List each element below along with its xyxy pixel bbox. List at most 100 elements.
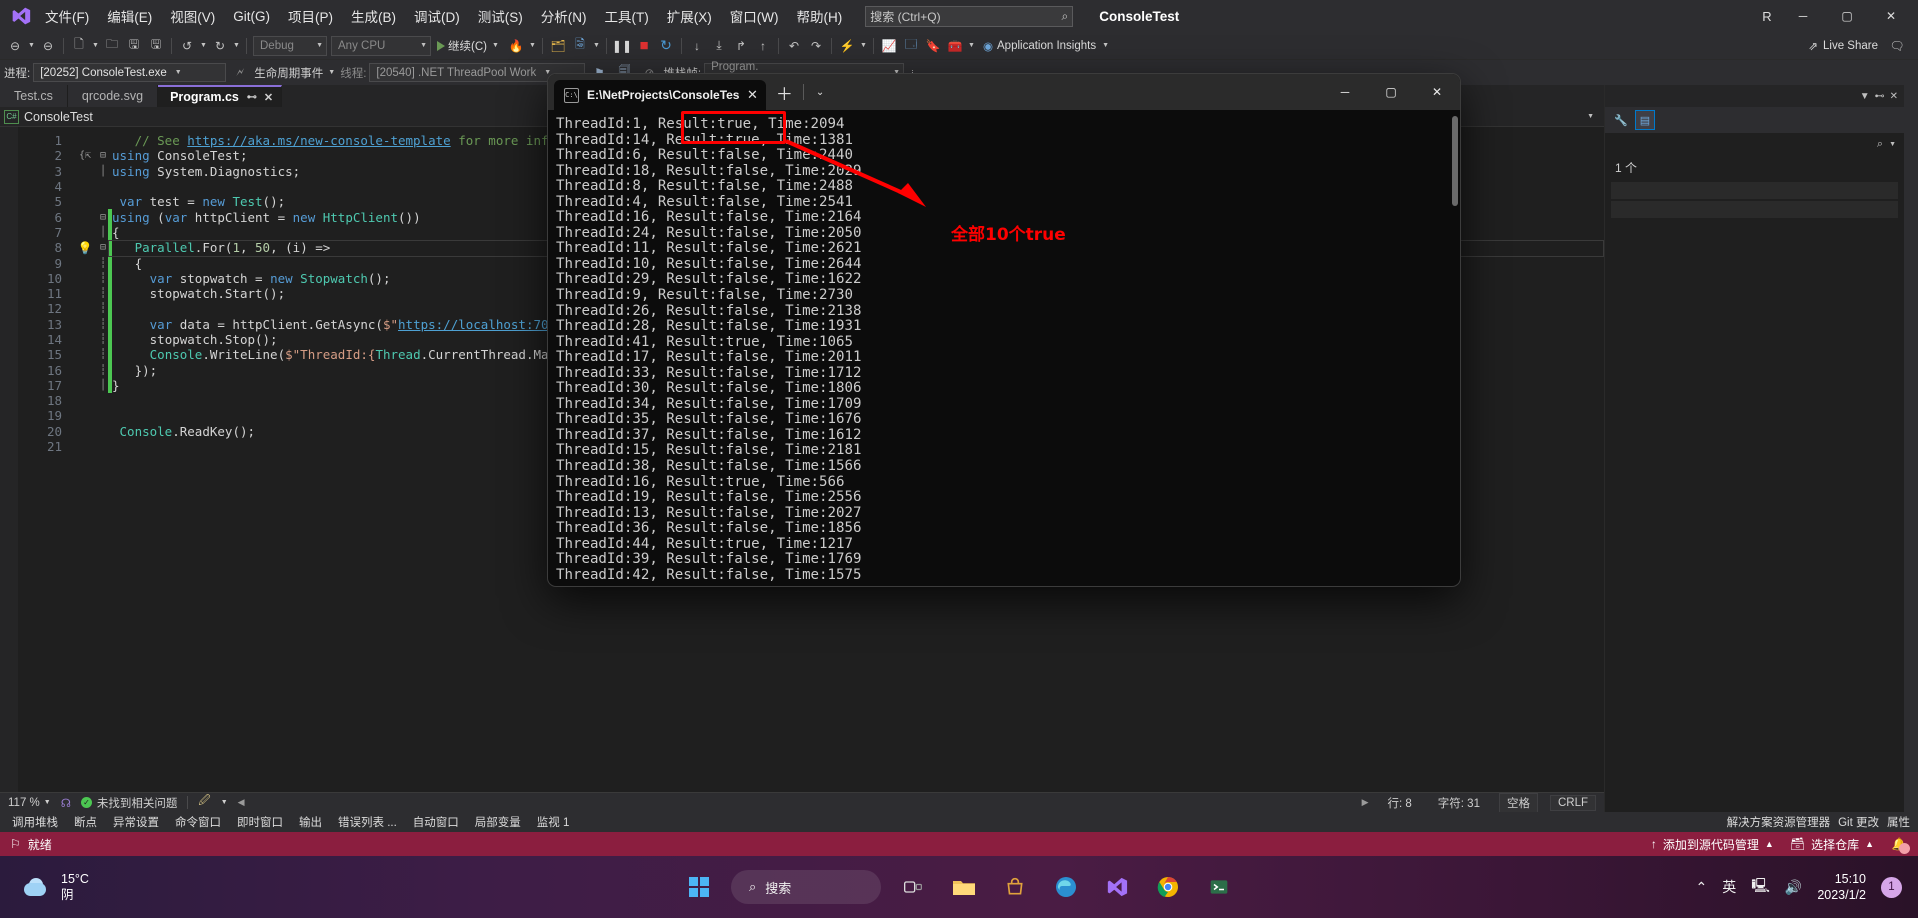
lifecycle-caret-icon[interactable]: ▼: [326, 69, 337, 76]
break-all-icon[interactable]: 🗂: [547, 35, 569, 57]
fold-indicator[interactable]: ⊟: [98, 212, 108, 223]
console-maximize-button[interactable]: ▢: [1368, 74, 1414, 110]
navigate-back-icon[interactable]: ⊖: [4, 35, 26, 57]
wrench-icon[interactable]: 🔧: [1611, 110, 1631, 130]
bookmark-icon[interactable]: 🔖: [922, 35, 944, 57]
tab-qrcode-svg[interactable]: qrcode.svg: [67, 85, 159, 107]
network-icon[interactable]: 🖳: [1751, 875, 1770, 899]
tab-autos[interactable]: 自动窗口: [405, 812, 467, 832]
navigation-project-label[interactable]: ConsoleTest: [24, 110, 93, 124]
lightbulb-icon[interactable]: 💡: [78, 241, 93, 255]
vs-icon[interactable]: [1098, 868, 1136, 906]
menu-item-window[interactable]: 窗口(W): [721, 2, 788, 30]
console-minimize-button[interactable]: ─: [1322, 74, 1368, 110]
menu-item-debug[interactable]: 调试(D): [405, 2, 469, 30]
edge-icon[interactable]: [1047, 868, 1085, 906]
chevron-down-icon[interactable]: ⌄: [804, 87, 836, 98]
show-diagnostic-icon[interactable]: 🗟: [569, 35, 591, 57]
tab-program-cs[interactable]: Program.cs ⊷ ✕: [158, 85, 283, 107]
new-project-icon[interactable]: 🗋: [68, 35, 90, 57]
step-next-icon[interactable]: ↷: [805, 35, 827, 57]
menu-item-analyze[interactable]: 分析(N): [532, 2, 596, 30]
tab-command-window[interactable]: 命令窗口: [167, 812, 229, 832]
zoom-control[interactable]: 117 % ▼: [8, 797, 51, 809]
account-avatar[interactable]: R: [1754, 5, 1780, 27]
task-view-icon[interactable]: [894, 868, 932, 906]
chrome-icon[interactable]: [1149, 868, 1187, 906]
pen-icon[interactable]: 🖉: [198, 793, 210, 812]
console-title-bar[interactable]: C:\ E:\NetProjects\ConsoleTest\C ✕ ＋ ⌄ ─…: [548, 74, 1460, 110]
tab-error-list[interactable]: 错误列表 ...: [330, 812, 405, 832]
close-button[interactable]: ✕: [1870, 0, 1912, 32]
maximize-button[interactable]: ▢: [1826, 0, 1868, 32]
weather-widget[interactable]: 15°C 阴: [0, 871, 300, 903]
new-project-caret-icon[interactable]: ▼: [90, 42, 101, 49]
lifecycle-events-label[interactable]: 生命周期事件: [254, 65, 323, 81]
console-scrollbar-thumb[interactable]: [1452, 116, 1458, 206]
menu-item-build[interactable]: 生成(B): [342, 2, 405, 30]
minimize-button[interactable]: ─: [1782, 0, 1824, 32]
continue-button[interactable]: 继续(C) ▼: [433, 38, 505, 54]
nav-next-icon[interactable]: ▶: [1362, 797, 1369, 808]
application-insights-button[interactable]: ◉ Application Insights ▼: [983, 39, 1111, 53]
tab-solution-explorer[interactable]: 解决方案资源管理器: [1727, 814, 1831, 830]
menu-item-view[interactable]: 视图(V): [161, 2, 224, 30]
console-tab[interactable]: C:\ E:\NetProjects\ConsoleTest\C ✕: [554, 80, 766, 110]
lifecycle-events-icon[interactable]: 🗲: [229, 62, 251, 84]
menu-item-tools[interactable]: 工具(T): [596, 2, 658, 30]
pen-caret-icon[interactable]: ▼: [221, 799, 228, 806]
fold-indicator[interactable]: ⊟: [98, 150, 108, 161]
indentation-indicator[interactable]: 空格: [1498, 792, 1538, 813]
undo-icon[interactable]: ↺: [176, 35, 198, 57]
navigate-back-caret-icon[interactable]: ▼: [26, 42, 37, 49]
undo-caret-icon[interactable]: ▼: [198, 42, 209, 49]
tab-test-cs[interactable]: Test.cs: [0, 85, 68, 107]
issues-indicator[interactable]: ✓ 未找到相关问题: [80, 795, 177, 811]
add-to-source-control-button[interactable]: ↑ 添加到源代码管理 ▲: [1651, 836, 1774, 853]
tab-properties[interactable]: 属性: [1887, 814, 1910, 830]
file-explorer-icon[interactable]: [945, 868, 983, 906]
notification-badge[interactable]: 1: [1881, 876, 1902, 898]
live-share-button[interactable]: ⇗ Live Share: [1808, 39, 1878, 53]
pin-icon[interactable]: ⊷: [1875, 91, 1885, 102]
intellicode-caret-icon[interactable]: ▼: [858, 42, 869, 49]
save-all-icon[interactable]: 🖫: [145, 35, 167, 57]
plus-icon[interactable]: ＋: [766, 80, 803, 105]
stop-icon[interactable]: ■: [633, 35, 655, 57]
tab-git-changes[interactable]: Git 更改: [1838, 814, 1879, 830]
chevron-down-icon[interactable]: ▼: [1587, 113, 1600, 120]
menu-item-test[interactable]: 测试(S): [469, 2, 532, 30]
close-icon[interactable]: ✕: [1890, 91, 1898, 102]
redo-caret-icon[interactable]: ▼: [231, 42, 242, 49]
volume-icon[interactable]: 🔊: [1785, 879, 1802, 896]
step-up-icon[interactable]: ↑: [752, 35, 774, 57]
redo-icon[interactable]: ↻: [209, 35, 231, 57]
hot-reload-icon[interactable]: 🔥: [505, 35, 527, 57]
properties-grid-icon[interactable]: ▤: [1635, 110, 1655, 130]
feedback-icon[interactable]: 🗨: [1886, 35, 1908, 57]
chevron-down-icon[interactable]: ▼: [1860, 91, 1870, 102]
menu-item-file[interactable]: 文件(F): [36, 2, 98, 30]
menu-item-edit[interactable]: 编辑(E): [98, 2, 161, 30]
tool-window-search[interactable]: ⌕ ▼: [1605, 133, 1904, 155]
pin-icon[interactable]: ⊷: [247, 92, 257, 103]
tab-watch-1[interactable]: 监视 1: [529, 812, 578, 832]
tab-breakpoints[interactable]: 断点: [66, 812, 105, 832]
step-out-icon[interactable]: ↱: [730, 35, 752, 57]
tab-exception-settings[interactable]: 异常设置: [105, 812, 167, 832]
nav-prev-icon[interactable]: ◀: [238, 797, 245, 808]
restart-icon[interactable]: ↻: [655, 35, 677, 57]
close-icon[interactable]: ✕: [747, 87, 758, 103]
quick-launch-search[interactable]: 搜索 (Ctrl+Q) ⌕: [865, 5, 1074, 27]
tab-immediate-window[interactable]: 即时窗口: [229, 812, 291, 832]
step-into-icon[interactable]: ↓: [686, 35, 708, 57]
navigate-forward-icon[interactable]: ⊖: [37, 35, 59, 57]
line-ending-indicator[interactable]: CRLF: [1549, 794, 1596, 811]
performance-profiler-icon[interactable]: 📈: [878, 35, 900, 57]
select-repository-button[interactable]: 🗃 选择仓库 ▲: [1790, 836, 1874, 853]
terminal-icon[interactable]: [1200, 868, 1238, 906]
toolbox-caret-icon[interactable]: ▼: [966, 42, 977, 49]
taskbar-search-button[interactable]: ⌕ 搜索: [731, 870, 881, 904]
chevron-up-icon[interactable]: ⌃: [1695, 879, 1707, 896]
console-window[interactable]: C:\ E:\NetProjects\ConsoleTest\C ✕ ＋ ⌄ ─…: [548, 74, 1460, 586]
